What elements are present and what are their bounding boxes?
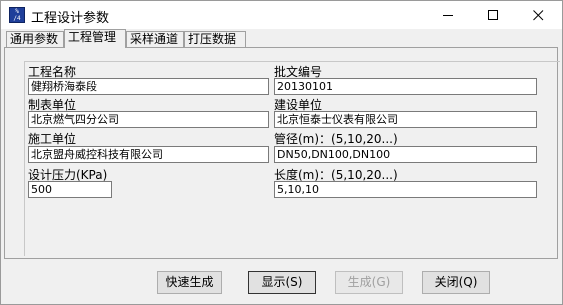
pipe-diameter-label: 管径(m)：(5,10,20...) <box>274 132 398 146</box>
generate-button[interactable]: 生成(G) <box>335 271 403 294</box>
tab-panel: 工程名称 健翔桥海泰段 批文编号 20130101 制表单位 北京燃气四分公司 … <box>4 47 560 259</box>
title-bar: %/4 工程设计参数 <box>1 1 562 29</box>
drafting-unit-field[interactable]: 北京燃气四分公司 <box>28 111 269 128</box>
window-title: 工程设计参数 <box>31 11 110 26</box>
project-name-field[interactable]: 健翔桥海泰段 <box>28 78 269 95</box>
close-button[interactable]: 关闭(Q) <box>422 271 490 294</box>
app-window: %/4 工程设计参数 通用参数 工程管理 采样通道 打压数据 工程名称 健翔桥海… <box>0 0 563 305</box>
installation-unit-field[interactable]: 北京盟舟威控科技有限公司 <box>28 146 269 163</box>
close-window-button[interactable] <box>516 1 561 29</box>
quick-generate-button[interactable]: 快速生成 <box>157 271 222 294</box>
maximize-button[interactable] <box>471 1 516 29</box>
tab-sampling-channels[interactable]: 采样通道 <box>126 31 184 47</box>
app-icon: %/4 <box>9 7 25 23</box>
design-pressure-field[interactable]: 500 <box>28 181 112 198</box>
tab-general-params[interactable]: 通用参数 <box>6 31 64 47</box>
display-button[interactable]: 显示(S) <box>248 271 316 294</box>
tab-project-management[interactable]: 工程管理 <box>64 29 126 48</box>
approval-no-field[interactable]: 20130101 <box>274 78 537 95</box>
tab-pressure-data[interactable]: 打压数据 <box>184 31 246 47</box>
length-field[interactable]: 5,10,10 <box>274 181 537 198</box>
minimize-icon <box>443 15 453 16</box>
minimize-button[interactable] <box>426 1 471 29</box>
pipe-diameter-field[interactable]: DN50,DN100,DN100 <box>274 146 537 163</box>
close-icon <box>533 10 544 21</box>
installation-unit-label: 施工单位 <box>28 132 77 146</box>
maximize-icon <box>488 10 498 20</box>
construction-unit-field[interactable]: 北京恒泰士仪表有限公司 <box>274 111 537 128</box>
